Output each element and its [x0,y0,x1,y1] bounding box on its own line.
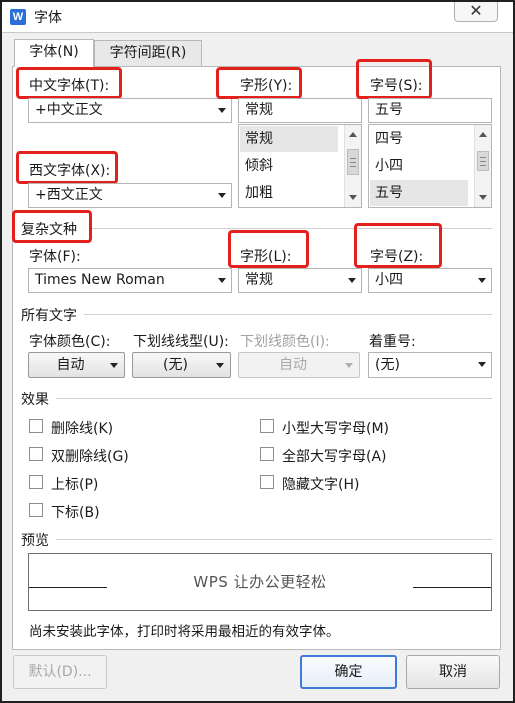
tab-character-spacing[interactable]: 字符间距(R) [94,40,202,66]
title-bar: W 字体 ✕ [2,2,513,32]
complex-font-value: Times New Roman [35,272,165,288]
underline-style-label: 下划线线型(U): [133,334,229,350]
chevron-down-icon [218,193,226,198]
chevron-down-icon [218,108,226,113]
small-caps-label[interactable]: 小型大写字母(M) [282,418,389,438]
close-button[interactable]: ✕ [454,2,498,22]
complex-style-label: 字形(L): [240,249,292,265]
complex-section-label: 复杂文种 [21,222,77,238]
western-font-label: 西文字体(X): [29,163,111,179]
double-strikethrough-checkbox[interactable] [29,447,43,461]
chevron-down-icon [478,278,486,283]
all-caps-label[interactable]: 全部大写字母(A) [282,446,387,466]
complex-size-label: 字号(Z): [370,249,424,265]
chevron-down-icon [348,278,356,283]
complex-font-label: 字体(F): [29,249,81,265]
chinese-style-input[interactable]: 常规 [238,98,362,123]
ok-button[interactable]: 确定 [300,655,397,689]
complex-font-select[interactable]: Times New Roman [28,268,232,293]
scroll-down-icon[interactable] [479,195,487,200]
strikethrough-label[interactable]: 删除线(K) [51,418,113,438]
list-item[interactable]: 常规 [240,126,338,152]
chinese-font-value: +中文正文 [35,102,103,118]
preview-box: WPS 让办公更轻松 [28,553,492,611]
chinese-size-list[interactable]: 四号 小四 五号 [368,124,492,208]
all-caps-checkbox[interactable] [260,447,274,461]
underline-style-value: (无) [163,357,188,373]
list-item[interactable]: 倾斜 [240,153,338,179]
divider [56,398,492,399]
wps-writer-icon: W [10,9,26,25]
chinese-font-label: 中文字体(T): [29,78,110,94]
tab-font[interactable]: 字体(N) [14,39,94,67]
divider [56,539,492,540]
chinese-font-select[interactable]: +中文正文 [28,98,232,123]
complex-size-value: 小四 [375,272,403,288]
list-item[interactable]: 四号 [370,126,468,152]
western-font-select[interactable]: +西文正文 [28,183,232,208]
font-color-label: 字体颜色(C): [29,334,111,350]
double-strikethrough-label[interactable]: 双删除线(G) [51,446,129,466]
chevron-down-icon [345,363,353,368]
chinese-style-list[interactable]: 常规 倾斜 加粗 [238,124,362,208]
underline-color-value: 自动 [279,357,307,373]
superscript-checkbox[interactable] [29,475,43,489]
list-item[interactable]: 五号 [370,180,468,206]
preview-section-label: 预览 [21,533,49,549]
emphasis-select[interactable]: (无) [368,352,492,378]
small-caps-checkbox[interactable] [260,419,274,433]
scroll-up-icon[interactable] [479,132,487,137]
list-item[interactable]: 加粗 [240,180,338,206]
chinese-size-value: 五号 [375,102,403,118]
complex-style-value: 常规 [245,272,273,288]
chinese-size-label: 字号(S): [370,78,423,94]
emphasis-label: 着重号: [369,334,416,350]
font-color-select[interactable]: 自动 [28,352,125,378]
chevron-down-icon [110,363,118,368]
chevron-down-icon [478,362,486,367]
font-missing-note: 尚未安装此字体，打印时将采用最相近的有效字体。 [29,624,340,640]
emphasis-value: (无) [375,357,400,373]
subscript-label[interactable]: 下标(B) [51,502,100,522]
western-font-value: +西文正文 [35,187,103,203]
hidden-text-checkbox[interactable] [260,475,274,489]
underline-color-select: 自动 [238,352,360,378]
chinese-style-value: 常规 [245,102,273,118]
all-text-section-label: 所有文字 [21,308,77,324]
size-scrollbar[interactable] [474,125,491,207]
hidden-text-label[interactable]: 隐藏文字(H) [282,474,359,494]
dialog-title: 字体 [34,10,62,26]
scroll-thumb[interactable] [477,151,489,171]
close-icon: ✕ [469,1,483,20]
baseline-right [413,587,491,588]
underline-style-select[interactable]: (无) [132,352,231,378]
chevron-down-icon [216,363,224,368]
divider [84,314,492,315]
font-color-value: 自动 [56,357,85,373]
complex-style-select[interactable]: 常规 [238,268,362,293]
chinese-size-input[interactable]: 五号 [368,98,492,123]
style-scrollbar[interactable] [344,125,361,207]
effects-section-label: 效果 [21,392,49,408]
subscript-checkbox[interactable] [29,503,43,517]
scroll-up-icon[interactable] [349,132,357,137]
chevron-down-icon [218,278,226,283]
superscript-label[interactable]: 上标(P) [51,474,98,494]
list-item[interactable]: 小四 [370,153,468,179]
chinese-style-label: 字形(Y): [240,78,293,94]
underline-color-label: 下划线颜色(I): [240,334,330,350]
scroll-down-icon[interactable] [349,195,357,200]
strikethrough-checkbox[interactable] [29,419,43,433]
default-button[interactable]: 默认(D)... [13,655,107,689]
preview-sample-text: WPS 让办公更轻松 [193,573,327,591]
complex-size-select[interactable]: 小四 [368,268,492,293]
cancel-button[interactable]: 取消 [406,655,500,689]
divider [92,228,492,229]
scroll-thumb[interactable] [347,149,359,175]
